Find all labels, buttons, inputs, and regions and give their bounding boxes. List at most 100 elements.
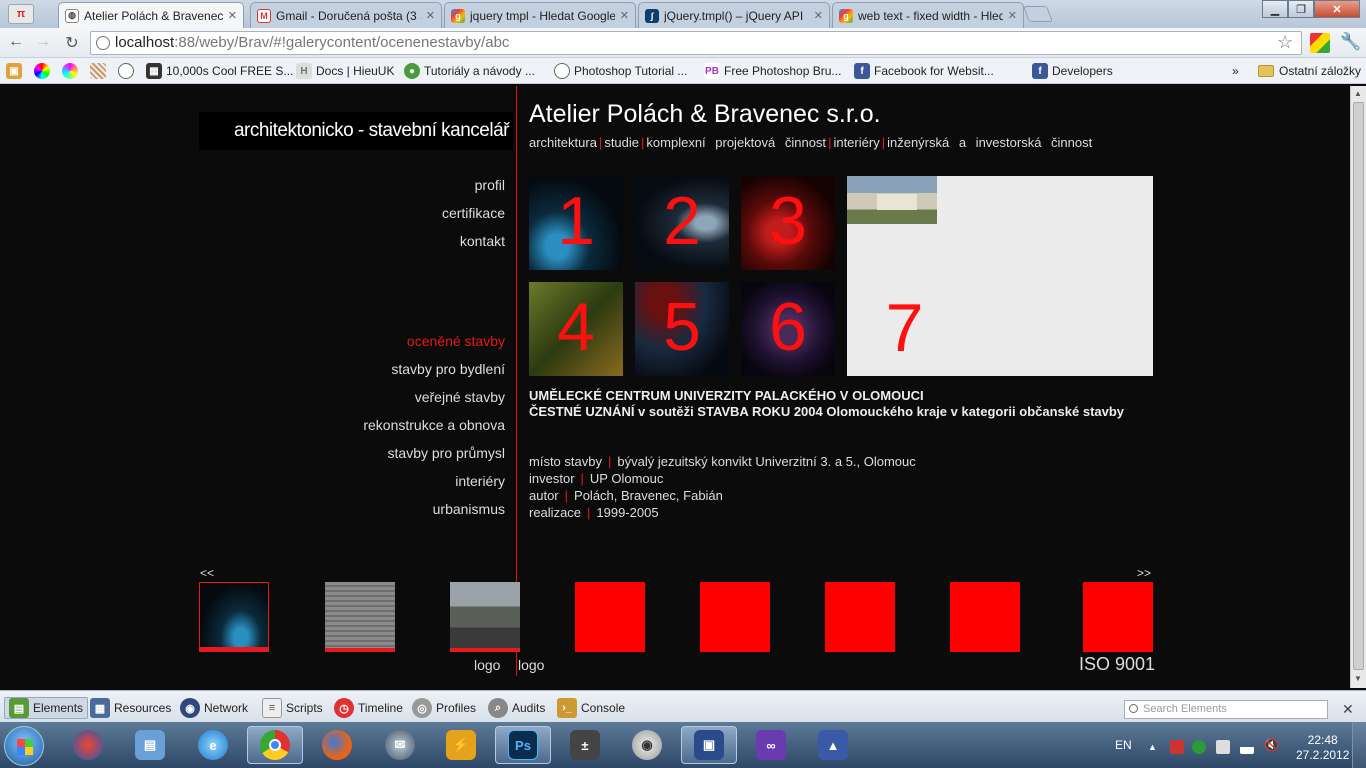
gallery-thumb-1[interactable]: 1 [529, 176, 623, 270]
taskbar-ie[interactable]: e [185, 726, 241, 764]
tray-flag-icon[interactable] [1170, 740, 1184, 754]
new-tab-button[interactable] [1023, 6, 1053, 22]
gallery-thumb-2[interactable]: 2 [635, 176, 729, 270]
taskbar-app-12[interactable]: ∞ [743, 726, 799, 764]
bookmarks-overflow-button[interactable]: » [1232, 62, 1239, 80]
bookmark-item-7[interactable]: f Developers [1032, 62, 1113, 80]
category-interiery[interactable]: interiéry [455, 473, 505, 489]
scrollbar-thumb[interactable] [1353, 102, 1364, 670]
system-clock[interactable]: 22:48 27.2.2012 [1296, 733, 1349, 763]
category-ocenene-stavby[interactable]: oceněné stavby [407, 333, 505, 349]
tray-security-icon[interactable] [1192, 740, 1206, 754]
devtools-tab-timeline[interactable]: ◷ Timeline [334, 697, 403, 719]
menu-certifikace[interactable]: certifikace [442, 205, 505, 221]
maximize-button[interactable]: ❐ [1288, 0, 1314, 18]
taskbar-app-2[interactable]: ▤ [122, 726, 178, 764]
browser-tab-5[interactable]: g web text - fixed width - Hled ✕ [832, 2, 1024, 28]
taskbar-firefox[interactable] [309, 726, 365, 764]
taskbar-app-11[interactable]: ▣ [681, 726, 737, 764]
close-tab-icon[interactable]: ✕ [814, 9, 823, 22]
close-tab-icon[interactable]: ✕ [1008, 9, 1017, 22]
pager-next-button[interactable]: >> [1137, 566, 1151, 580]
browser-tab-3[interactable]: g jquery tmpl - Hledat Google ✕ [444, 2, 636, 28]
devtools-tab-console[interactable]: ›_ Console [557, 697, 625, 719]
strip-thumb-3[interactable] [450, 582, 520, 652]
extension-icon[interactable] [1310, 33, 1330, 53]
gallery-thumb-4[interactable]: 4 [529, 282, 623, 376]
forward-arrow-icon[interactable]: → [33, 33, 53, 51]
other-bookmarks-folder[interactable]: Ostatní záložky [1258, 62, 1361, 80]
strip-thumb-7[interactable] [950, 582, 1020, 652]
strip-thumb-2[interactable] [325, 582, 395, 652]
back-arrow-icon[interactable]: ← [6, 33, 26, 51]
browser-app-icon[interactable]: π [8, 4, 34, 24]
globe-bookmark[interactable] [118, 62, 138, 80]
tray-device-icon[interactable] [1216, 740, 1230, 754]
devtools-tab-audits[interactable]: ⌕ Audits [488, 697, 545, 719]
reload-icon[interactable]: ↻ [62, 33, 82, 53]
bookmark-item-3[interactable]: ● Tutoriály a návody ... [404, 62, 535, 80]
taskbar-chrome[interactable] [247, 726, 303, 764]
bookmark-item-1[interactable]: ▦ 10,000s Cool FREE S... [146, 62, 293, 80]
close-tab-icon[interactable]: ✕ [228, 9, 237, 22]
category-rekonstrukce[interactable]: rekonstrukce a obnova [363, 417, 505, 433]
category-prumysl[interactable]: stavby pro průmysl [388, 445, 505, 461]
bookmark-item-4[interactable]: Photoshop Tutorial ... [554, 62, 687, 80]
taskbar-app-6[interactable]: ✉ [372, 726, 428, 764]
bookmark-item-5[interactable]: PB Free Photoshop Bru... [704, 62, 841, 80]
color-bookmark-2[interactable] [62, 62, 82, 80]
bookmark-item-6[interactable]: f Facebook for Websit... [854, 62, 994, 80]
browser-tab-4[interactable]: ∫ jQuery.tmpl() – jQuery API ✕ [638, 2, 830, 28]
close-window-button[interactable]: ✕ [1314, 0, 1360, 18]
taskbar-photoshop[interactable]: Ps [495, 726, 551, 764]
category-verejne-stavby[interactable]: veřejné stavby [415, 389, 505, 405]
devtools-search-input[interactable]: Search Elements [1124, 700, 1328, 719]
start-button[interactable] [4, 726, 44, 766]
scroll-down-icon[interactable]: ▼ [1354, 674, 1362, 683]
gallery-thumb-5[interactable]: 5 [635, 282, 729, 376]
taskbar-app-1[interactable] [60, 726, 116, 764]
tray-expand-icon[interactable]: ▲ [1148, 742, 1162, 756]
strip-thumb-1[interactable] [199, 582, 269, 652]
network-signal-icon[interactable] [1240, 740, 1254, 754]
devtools-tab-profiles[interactable]: ◎ Profiles [412, 697, 476, 719]
menu-kontakt[interactable]: kontakt [460, 233, 505, 249]
gallery-main-image[interactable]: 7 [847, 176, 1153, 376]
close-tab-icon[interactable]: ✕ [426, 9, 435, 22]
apps-bookmark[interactable]: ▣ [6, 62, 26, 80]
bookmark-item-2[interactable]: H Docs | HieuUK [296, 62, 394, 80]
devtools-close-icon[interactable]: ✕ [1342, 701, 1354, 718]
language-indicator[interactable]: EN [1115, 738, 1132, 752]
strip-thumb-6[interactable] [825, 582, 895, 652]
bookmark-star-icon[interactable]: ☆ [1277, 32, 1293, 53]
pattern-bookmark[interactable] [90, 62, 110, 80]
category-stavby-pro-bydleni[interactable]: stavby pro bydlení [391, 361, 505, 377]
pager-prev-button[interactable]: << [200, 566, 214, 580]
devtools-tab-elements[interactable]: ▤ Elements [4, 697, 89, 719]
strip-thumb-5[interactable] [700, 582, 770, 652]
taskbar-app-9[interactable]: ± [557, 726, 613, 764]
taskbar-app-10[interactable]: ◉ [619, 726, 675, 764]
devtools-tab-network[interactable]: ◉ Network [180, 697, 248, 719]
category-urbanismus[interactable]: urbanismus [433, 501, 505, 517]
gallery-thumb-6[interactable]: 6 [741, 282, 835, 376]
strip-thumb-8[interactable] [1083, 582, 1153, 652]
wrench-menu-icon[interactable]: 🔧 [1340, 32, 1361, 52]
browser-tab-2[interactable]: M Gmail - Doručená pošta (3 S ✕ [250, 2, 442, 28]
show-desktop-button[interactable] [1352, 722, 1366, 768]
browser-tab-1[interactable]: ◍ Atelier Polách & Bravenec s.r.o. ✕ [58, 2, 244, 28]
menu-profil[interactable]: profil [475, 177, 505, 193]
color-bookmark[interactable] [34, 62, 54, 80]
minimize-button[interactable]: ▁ [1262, 0, 1288, 18]
gallery-thumb-3[interactable]: 3 [741, 176, 835, 270]
volume-muted-icon[interactable]: 🔇 [1264, 738, 1279, 752]
taskbar-app-7[interactable]: ⚡ [433, 726, 489, 764]
devtools-tab-scripts[interactable]: ≡ Scripts [262, 697, 323, 719]
devtools-tab-resources[interactable]: ▦ Resources [90, 697, 171, 719]
scroll-up-icon[interactable]: ▲ [1354, 89, 1362, 98]
taskbar-app-13[interactable]: ▲ [805, 726, 861, 764]
address-bar[interactable]: localhost:88/weby/Brav/#!galerycontent/o… [90, 31, 1302, 55]
strip-thumb-4[interactable] [575, 582, 645, 652]
close-tab-icon[interactable]: ✕ [620, 9, 629, 22]
page-scrollbar[interactable]: ▲ ▼ [1350, 86, 1366, 688]
